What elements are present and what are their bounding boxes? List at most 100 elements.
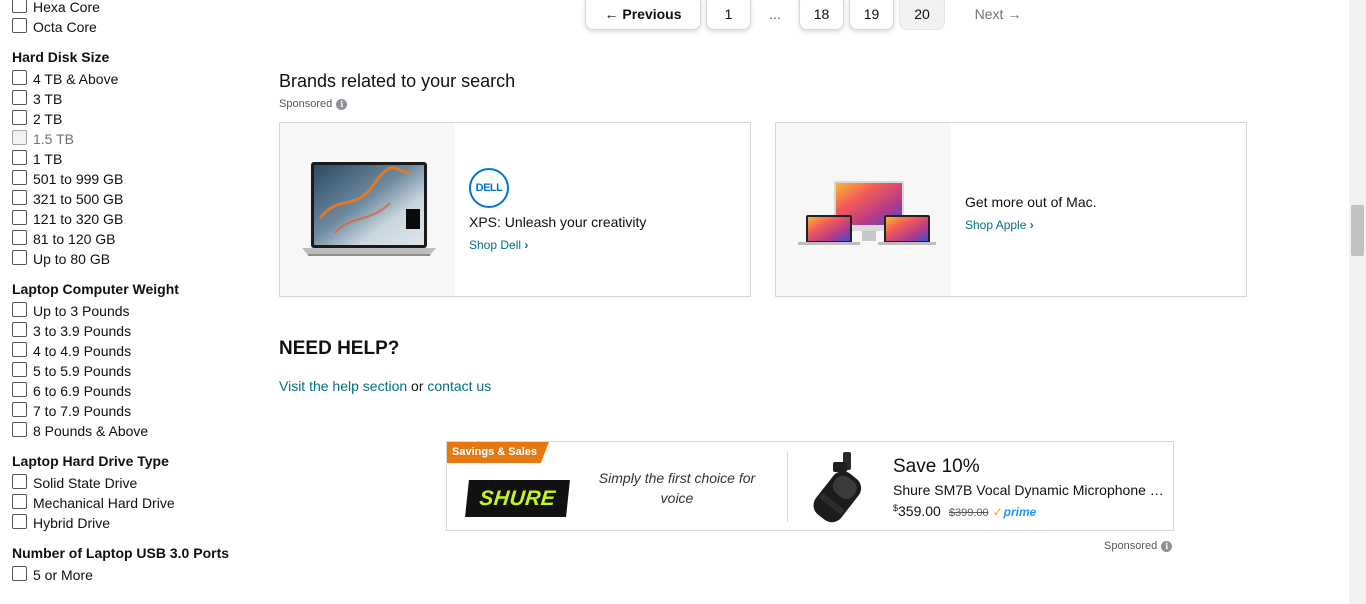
- ad-info-icon[interactable]: i: [1161, 540, 1173, 552]
- filter-option-5-to-5-9-pounds[interactable]: 5 to 5.9 Pounds: [12, 361, 242, 381]
- prime-badge: ✓prime: [993, 505, 1037, 519]
- savings-sales-badge: Savings & Sales: [447, 442, 549, 463]
- next-page-button[interactable]: Next →: [953, 2, 1043, 22]
- filter-option-label: Up to 80 GB: [33, 251, 111, 267]
- ad-headline: Save 10%: [893, 456, 980, 477]
- checkbox-icon[interactable]: [12, 129, 27, 145]
- checkbox-icon[interactable]: [12, 69, 27, 85]
- checkbox-icon[interactable]: [12, 89, 27, 105]
- contact-us-link[interactable]: contact us: [427, 378, 491, 394]
- filter-option-5-or-more[interactable]: 5 or More: [12, 565, 242, 585]
- dell-card-text: XPS: Unleash your creativity: [469, 213, 647, 230]
- price-currency-symbol: $: [893, 503, 899, 513]
- filter-option-label: 321 to 500 GB: [33, 191, 124, 207]
- prime-check-icon: ✓: [992, 505, 1003, 519]
- filter-option-label: Up to 3 Pounds: [33, 303, 130, 319]
- help-section-link[interactable]: Visit the help section: [279, 378, 407, 394]
- checkbox-icon[interactable]: [12, 109, 27, 125]
- filter-option-label: 6 to 6.9 Pounds: [33, 383, 132, 399]
- checkbox-icon[interactable]: [12, 229, 27, 245]
- previous-page-button[interactable]: ← Previous: [585, 0, 701, 30]
- filter-group-weight: Laptop Computer Weight Up to 3 Pounds 3 t…: [12, 277, 242, 441]
- checkbox-icon[interactable]: [12, 17, 27, 33]
- checkbox-icon[interactable]: [12, 209, 27, 225]
- checkbox-icon[interactable]: [12, 149, 27, 165]
- filter-option-label: Octa Core: [33, 19, 97, 35]
- filter-option-hexa-core[interactable]: Hexa Core: [12, 0, 242, 17]
- checkbox-icon[interactable]: [12, 169, 27, 185]
- filter-option-8-pounds-above[interactable]: 8 Pounds & Above: [12, 421, 242, 441]
- filter-group-drive-type: Laptop Hard Drive Type Solid State Drive…: [12, 449, 242, 533]
- filter-option-label: 4 TB & Above: [33, 71, 119, 87]
- sponsored-text: Sponsored: [279, 98, 333, 110]
- filter-heading-hard-disk-size: Hard Disk Size: [12, 49, 110, 65]
- info-icon[interactable]: i: [336, 98, 348, 110]
- filter-option-label: 7 to 7.9 Pounds: [33, 403, 132, 419]
- filter-option-501-to-999-gb[interactable]: 501 to 999 GB: [12, 169, 242, 189]
- dell-logo: DELL: [469, 167, 509, 208]
- checkbox-icon[interactable]: [12, 361, 27, 377]
- filter-heading-weight: Laptop Computer Weight: [12, 281, 179, 297]
- page-button-18[interactable]: 18: [799, 0, 844, 30]
- checkbox-icon[interactable]: [12, 473, 27, 489]
- filter-option-label: 3 to 3.9 Pounds: [33, 323, 132, 339]
- checkbox-icon[interactable]: [12, 565, 27, 581]
- filter-option-6-to-6-9-pounds[interactable]: 6 to 6.9 Pounds: [12, 381, 242, 401]
- filter-option-2-tb[interactable]: 2 TB: [12, 109, 242, 129]
- filter-option-up-to-80-gb[interactable]: Up to 80 GB: [12, 249, 242, 269]
- filter-option-label: 4 to 4.9 Pounds: [33, 343, 132, 359]
- filter-option-1-tb[interactable]: 1 TB: [12, 149, 242, 169]
- page-button-1[interactable]: 1: [706, 0, 751, 30]
- shure-logo-text: SHURE: [478, 486, 557, 510]
- filter-option-solid-state-drive[interactable]: Solid State Drive: [12, 473, 242, 493]
- checkbox-icon[interactable]: [12, 381, 27, 397]
- shop-apple-link[interactable]: Shop Apple: [965, 218, 1097, 232]
- filter-option-label: Hybrid Drive: [33, 515, 111, 531]
- filter-option-1-5-tb[interactable]: 1.5 TB: [12, 129, 242, 149]
- filter-option-octa-core[interactable]: Octa Core: [12, 17, 242, 37]
- sponsored-ad-banner[interactable]: Savings & Sales SHURE Simply the first c…: [446, 441, 1174, 531]
- filter-option-label: 2 TB: [33, 111, 63, 127]
- checkbox-icon[interactable]: [12, 0, 27, 13]
- filter-option-label: 1 TB: [33, 151, 63, 167]
- ad-product-title[interactable]: Shure SM7B Vocal Dynamic Microphone for …: [893, 482, 1165, 498]
- checkbox-icon[interactable]: [12, 421, 27, 437]
- checkbox-icon[interactable]: [12, 249, 27, 265]
- checkbox-icon[interactable]: [12, 341, 27, 357]
- filter-option-up-to-3-pounds[interactable]: Up to 3 Pounds: [12, 301, 242, 321]
- current-page-indicator: 20: [899, 0, 945, 30]
- scrollbar-thumb[interactable]: [1351, 205, 1364, 256]
- checkbox-icon[interactable]: [12, 301, 27, 317]
- filter-option-81-to-120-gb[interactable]: 81 to 120 GB: [12, 229, 242, 249]
- filter-option-321-to-500-gb[interactable]: 321 to 500 GB: [12, 189, 242, 209]
- checkbox-icon[interactable]: [12, 401, 27, 417]
- filter-sidebar: Hexa Core Octa Core Hard Disk Size 4 TB &…: [12, 0, 242, 585]
- filter-option-hybrid-drive[interactable]: Hybrid Drive: [12, 513, 242, 533]
- need-help-title: NEED HELP?: [279, 338, 400, 359]
- shop-dell-link[interactable]: Shop Dell: [469, 238, 646, 252]
- checkbox-icon[interactable]: [12, 189, 27, 205]
- filter-option-7-to-7-9-pounds[interactable]: 7 to 7.9 Pounds: [12, 401, 242, 421]
- filter-option-label: 501 to 999 GB: [33, 171, 124, 187]
- page-scrollbar[interactable]: [1349, 0, 1366, 604]
- pagination: ← Previous 1 ... 18 19 20 Next →: [585, 0, 1043, 30]
- checkbox-icon[interactable]: [12, 321, 27, 337]
- filter-group-hard-disk-size: Hard Disk Size 4 TB & Above 3 TB 2 TB 1.5 T…: [12, 45, 242, 269]
- filter-heading-drive-type: Laptop Hard Drive Type: [12, 453, 169, 469]
- checkbox-icon[interactable]: [12, 493, 27, 509]
- checkbox-icon[interactable]: [12, 513, 27, 529]
- filter-option-3-tb[interactable]: 3 TB: [12, 89, 242, 109]
- filter-option-121-to-320-gb[interactable]: 121 to 320 GB: [12, 209, 242, 229]
- filter-option-mechanical-hard-drive[interactable]: Mechanical Hard Drive: [12, 493, 242, 513]
- microphone-image: [803, 448, 877, 526]
- sponsored-label: Sponsored i: [279, 98, 348, 110]
- filter-option-4-tb-above[interactable]: 4 TB & Above: [12, 69, 242, 89]
- filter-heading-usb-ports: Number of Laptop USB 3.0 Ports: [12, 545, 230, 561]
- filter-option-4-to-4-9-pounds[interactable]: 4 to 4.9 Pounds: [12, 341, 242, 361]
- filter-option-label: Solid State Drive: [33, 475, 138, 491]
- brand-card-apple[interactable]: Get more out of Mac. Shop Apple: [775, 122, 1247, 297]
- filter-option-3-to-3-9-pounds[interactable]: 3 to 3.9 Pounds: [12, 321, 242, 341]
- page-button-19[interactable]: 19: [849, 0, 894, 30]
- brand-card-dell[interactable]: DELL XPS: Unleash your creativity Shop D…: [279, 122, 751, 297]
- help-line: Visit the help section or contact us: [279, 378, 491, 394]
